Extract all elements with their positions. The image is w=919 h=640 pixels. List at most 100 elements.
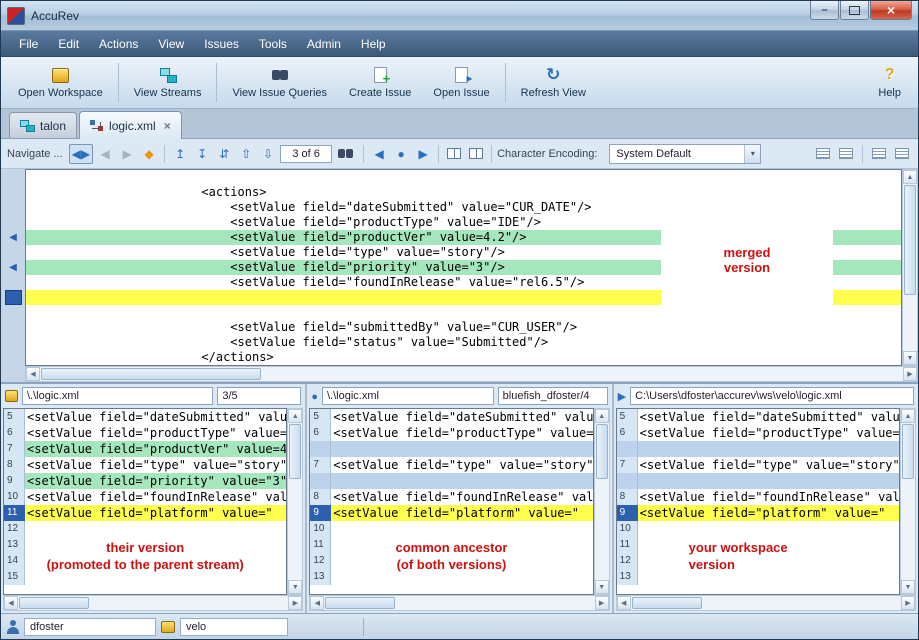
workspace-version-code: 5<setValue field="dateSubmitted" value="… [616, 408, 900, 595]
annotation-line: merged [724, 245, 771, 260]
annotation-line: (promoted to the parent stream) [4, 556, 286, 573]
scrollbar-thumb[interactable] [289, 424, 301, 479]
view-option-button-4[interactable] [892, 144, 912, 164]
scroll-left-button[interactable] [4, 596, 18, 610]
current-change-button[interactable]: ◆ [139, 144, 159, 164]
scroll-right-button[interactable] [288, 596, 302, 610]
scroll-down-button[interactable] [595, 580, 609, 594]
next-change-button[interactable]: ⇩ [258, 144, 278, 164]
merged-arrow-marker[interactable]: ◀ [1, 260, 25, 275]
open-issue-button[interactable]: Open Issue [422, 59, 500, 106]
goto-last-change-button[interactable]: ↧ [192, 144, 212, 164]
next-conflict-button[interactable]: ▶ [413, 144, 433, 164]
menu-item-actions[interactable]: Actions [89, 33, 148, 55]
view-option-button-1[interactable] [813, 144, 833, 164]
maximize-button[interactable] [840, 1, 869, 20]
nav-forward-button[interactable]: ▶ [117, 144, 137, 164]
merged-block-marker[interactable] [1, 290, 25, 305]
scroll-down-button[interactable] [901, 580, 915, 594]
previous-conflict-button[interactable]: ◀ [369, 144, 389, 164]
open-workspace-button[interactable]: Open Workspace [7, 59, 114, 106]
scroll-right-button[interactable] [903, 367, 917, 381]
annotation-line: common ancestor [310, 539, 592, 556]
workspace-field: velo [180, 618, 288, 636]
current-conflict-button[interactable]: ● [391, 144, 411, 164]
close-button[interactable] [870, 1, 912, 20]
scroll-left-button[interactable] [26, 367, 40, 381]
scrollbar-thumb[interactable] [632, 597, 702, 609]
workspace-version-path-field[interactable]: C:\Users\dfoster\accurev\ws\velo\logic.x… [630, 387, 914, 405]
scroll-right-button[interactable] [901, 596, 915, 610]
merged-code-line [26, 170, 901, 185]
view-streams-button[interactable]: View Streams [123, 59, 213, 106]
common-ancestor-code: 5<setValue field="dateSubmitted" value="… [309, 408, 593, 595]
horizontal-scrollbar[interactable] [309, 595, 609, 611]
merged-vertical-scrollbar[interactable] [902, 169, 918, 366]
scrollbar-thumb[interactable] [325, 597, 395, 609]
scroll-left-button[interactable] [617, 596, 631, 610]
workspace-version-pane: C:\Users\dfoster\accurev\ws\velo\logic.x… [614, 384, 918, 613]
tab-logic-xml[interactable]: logic.xml [79, 111, 182, 139]
menu-item-edit[interactable]: Edit [48, 33, 89, 55]
toolbar-separator [118, 63, 119, 102]
menu-item-tools[interactable]: Tools [249, 33, 297, 55]
menu-item-admin[interactable]: Admin [297, 33, 351, 55]
toolbar-button-label: Open Issue [433, 87, 489, 99]
vertical-scrollbar[interactable] [900, 408, 916, 595]
tab-talon[interactable]: talon [9, 112, 77, 138]
menu-item-issues[interactable]: Issues [194, 33, 249, 55]
split-vertical-button[interactable] [466, 144, 486, 164]
scroll-up-button[interactable] [901, 409, 915, 423]
view-option-button-3[interactable] [869, 144, 889, 164]
scroll-down-button[interactable] [903, 351, 917, 365]
menu-item-file[interactable]: File [9, 33, 48, 55]
center-change-button[interactable]: ⇵ [214, 144, 234, 164]
scrollbar-thumb[interactable] [902, 424, 914, 479]
scroll-right-button[interactable] [595, 596, 609, 610]
scrollbar-thumb[interactable] [904, 185, 916, 295]
view-issue-queries-button[interactable]: View Issue Queries [221, 59, 338, 106]
code-row [310, 441, 592, 457]
goto-first-change-button[interactable]: ↥ [170, 144, 190, 164]
help-button-label: Help [878, 87, 901, 99]
previous-change-button[interactable]: ⇧ [236, 144, 256, 164]
code-line-text: <setValue field="platform" value=" [25, 505, 286, 521]
scroll-left-button[interactable] [310, 596, 324, 610]
scrollbar-thumb[interactable] [596, 424, 608, 479]
minimize-button[interactable] [810, 1, 839, 20]
common-ancestor-version-field[interactable]: bluefish_dfoster/4 [498, 387, 608, 405]
scrollbar-thumb[interactable] [41, 368, 261, 380]
code-line-text [331, 521, 592, 537]
merged-horizontal-scrollbar[interactable] [25, 366, 918, 382]
common-ancestor-path-field[interactable]: \.\logic.xml [322, 387, 494, 405]
their-version-number-field[interactable]: 3/5 [217, 387, 301, 405]
scroll-down-button[interactable] [288, 580, 302, 594]
merged-arrow-marker[interactable]: ◀ [1, 230, 25, 245]
split-horizontal-button[interactable] [444, 144, 464, 164]
scroll-up-button[interactable] [288, 409, 302, 423]
view-option-button-2[interactable] [836, 144, 856, 164]
horizontal-scrollbar[interactable] [616, 595, 916, 611]
navigate-mode-button[interactable]: ◀▶ [69, 144, 93, 164]
tab-close-icon[interactable] [164, 119, 171, 133]
menu-item-view[interactable]: View [148, 33, 194, 55]
workspace-icon [161, 621, 175, 633]
change-position-field[interactable] [280, 145, 332, 163]
their-version-path-field[interactable]: \.\logic.xml [22, 387, 213, 405]
their-version-annotation: their version (promoted to the parent st… [4, 539, 286, 573]
scroll-up-button[interactable] [903, 170, 917, 184]
menu-item-help[interactable]: Help [351, 33, 396, 55]
encoding-select[interactable]: System Default [609, 144, 761, 164]
create-issue-button[interactable]: Create Issue [338, 59, 422, 106]
scroll-up-button[interactable] [595, 409, 609, 423]
find-button[interactable] [334, 144, 358, 164]
refresh-view-button[interactable]: Refresh View [510, 59, 597, 106]
help-button[interactable]: Help [867, 59, 912, 106]
nav-separator [491, 145, 492, 163]
vertical-scrollbar[interactable] [594, 408, 610, 595]
window-controls [809, 1, 912, 20]
horizontal-scrollbar[interactable] [3, 595, 303, 611]
vertical-scrollbar[interactable] [287, 408, 303, 595]
scrollbar-thumb[interactable] [19, 597, 89, 609]
nav-back-button[interactable]: ◀ [95, 144, 115, 164]
